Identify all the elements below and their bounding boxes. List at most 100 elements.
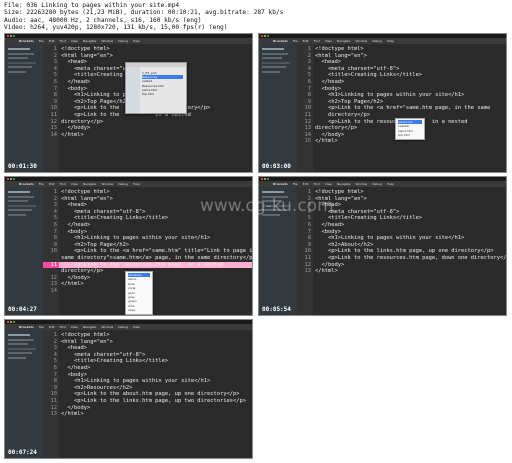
window-control-icon[interactable]: [7, 178, 9, 180]
code-line[interactable]: <p>Link to the resources.htm page, down …: [315, 255, 506, 262]
code-line[interactable]: <meta charset="utf-8">: [315, 66, 399, 73]
code-line[interactable]: <p>Link to the about.htm page, up one di…: [61, 391, 240, 398]
sidebar-file-item[interactable]: [262, 191, 284, 193]
window-control-icon[interactable]: [267, 178, 269, 180]
menu-item[interactable]: Help: [133, 181, 140, 187]
menu-item[interactable]: Find: [60, 38, 66, 44]
code-line[interactable]: <h1>Linking to pages within your site</h…: [315, 235, 464, 242]
code-line[interactable]: <title>Creating Links</title>: [315, 215, 422, 222]
window-control-icon[interactable]: [13, 321, 15, 323]
menu-item[interactable]: Help: [387, 38, 394, 44]
window-control-icon[interactable]: [7, 35, 9, 37]
code-editor[interactable]: 1 <!doctype html> 2 <html lang="en"> 3 <head…: [297, 46, 506, 172]
window-control-icon[interactable]: [10, 178, 12, 180]
code-line[interactable]: same directory">same.htm</a> page, in th…: [61, 255, 252, 262]
code-line[interactable]: <head>: [61, 202, 86, 209]
code-line[interactable]: <html lang="en">: [315, 53, 367, 60]
code-hint-popup[interactable]: aliceblue azure blue coral gold gray green lime…: [125, 271, 153, 315]
code-editor[interactable]: 1 <!doctype html> 2 <html lang="en"> 3 <head…: [43, 332, 252, 458]
code-line[interactable]: <h2>Top Page</h2>: [61, 242, 129, 249]
sidebar-file-item[interactable]: [8, 334, 30, 336]
code-line[interactable]: </body>: [61, 405, 90, 412]
code-line[interactable]: <body>: [61, 372, 86, 379]
menu-item[interactable]: Navigate: [337, 38, 350, 44]
code-line[interactable]: <p>Link to the links.htm page, up two di…: [61, 398, 246, 405]
sidebar-file-item[interactable]: [262, 66, 286, 68]
code-line[interactable]: <h1>Linking to pages within your site</h…: [61, 235, 210, 242]
menu-item[interactable]: Debug: [118, 38, 128, 44]
code-line[interactable]: <html lang="en">: [61, 196, 113, 203]
sidebar-file-item[interactable]: [8, 343, 28, 345]
menu-item[interactable]: Navigate: [83, 38, 96, 44]
window-control-icon[interactable]: [261, 35, 263, 37]
code-line[interactable]: directory</p>: [61, 119, 103, 126]
code-line[interactable]: <head>: [61, 59, 86, 66]
sidebar-file-item[interactable]: [8, 48, 30, 50]
code-line[interactable]: directory</p>: [315, 125, 357, 132]
menu-item[interactable]: Find: [314, 181, 320, 187]
code-line[interactable]: </html>: [315, 138, 338, 145]
menu-item[interactable]: Window: [101, 324, 113, 330]
window-control-icon[interactable]: [13, 35, 15, 37]
code-line[interactable]: <!doctype html>: [61, 46, 110, 53]
code-line[interactable]: <html lang="en">: [61, 53, 113, 60]
sidebar-file-item[interactable]: [262, 61, 290, 64]
code-line[interactable]: directory</p>: [315, 112, 370, 119]
code-line[interactable]: <html lang="en">: [61, 339, 113, 346]
window-control-icon[interactable]: [264, 178, 266, 180]
code-hint-popup[interactable]: resources nested/same.htm top.htm: [395, 118, 425, 140]
code-line[interactable]: <p>Link to the <a href="same.htm page, i…: [315, 105, 490, 112]
sidebar-file-item[interactable]: [8, 352, 32, 354]
code-line[interactable]: <title>Creating Links</title>: [61, 358, 168, 365]
window-control-icon[interactable]: [13, 178, 15, 180]
code-line[interactable]: <!doctype html>: [61, 189, 110, 196]
window-control-icon[interactable]: [261, 178, 263, 180]
menu-item[interactable]: Debug: [118, 181, 128, 187]
code-line[interactable]: <p>Link to the <a href="same.htm" title=…: [61, 248, 252, 255]
code-line[interactable]: <!doctype html>: [315, 189, 364, 196]
code-line[interactable]: <body>: [315, 229, 340, 236]
menu-item[interactable]: Window: [355, 181, 367, 187]
code-hint-item[interactable]: olive: [128, 313, 150, 314]
dialog-file-item[interactable]: Top.htm: [142, 92, 183, 96]
code-line[interactable]: <h2>Resources</h2>: [61, 385, 132, 392]
sidebar-file-item[interactable]: [8, 52, 34, 55]
menu-item[interactable]: Debug: [372, 38, 382, 44]
menu-item[interactable]: Window: [355, 38, 367, 44]
code-line[interactable]: <body>: [315, 86, 340, 93]
sidebar-file-item[interactable]: [262, 48, 284, 50]
sidebar-file-item[interactable]: [8, 66, 32, 68]
sidebar-file-item[interactable]: [8, 213, 26, 216]
menu-item[interactable]: Window: [101, 181, 113, 187]
menu-item[interactable]: View: [325, 181, 332, 187]
code-line[interactable]: directory</p>: [61, 268, 103, 275]
code-line[interactable]: <body>: [61, 86, 86, 93]
menu-item[interactable]: View: [71, 38, 78, 44]
window-control-icon[interactable]: [267, 35, 269, 37]
menu-item[interactable]: Help: [387, 181, 394, 187]
code-line[interactable]: <head>: [315, 59, 340, 66]
menu-item[interactable]: View: [71, 324, 78, 330]
sidebar-file-item[interactable]: [262, 57, 282, 59]
menu-item[interactable]: Window: [101, 38, 113, 44]
code-line[interactable]: <p>Link to the resources in a nested: [315, 119, 468, 126]
menu-item[interactable]: Debug: [372, 181, 382, 187]
code-line[interactable]: </head>: [61, 222, 90, 229]
sidebar-file-item[interactable]: [8, 347, 36, 350]
menu-item[interactable]: Debug: [118, 324, 128, 330]
code-line[interactable]: <h2>About</h2>: [315, 242, 373, 249]
sidebar-file-item[interactable]: [8, 191, 30, 193]
code-line[interactable]: <p>Link to the resources.htm page, in a …: [61, 262, 223, 269]
code-line[interactable]: <p>Link to the links.htm page, up one di…: [315, 248, 494, 255]
window-control-icon[interactable]: [7, 321, 9, 323]
menu-item[interactable]: Help: [133, 38, 140, 44]
sidebar-file-item[interactable]: [262, 52, 288, 55]
menu-item[interactable]: Navigate: [83, 181, 96, 187]
code-line[interactable]: <h1>Linking to pages within your site</h…: [61, 378, 210, 385]
window-control-icon[interactable]: [264, 35, 266, 37]
code-line[interactable]: <h2>Top Page</h2>: [315, 99, 383, 106]
code-line[interactable]: </head>: [61, 79, 90, 86]
code-line[interactable]: </body>: [61, 125, 90, 132]
code-line[interactable]: </head>: [61, 365, 90, 372]
sidebar-file-item[interactable]: [8, 356, 26, 359]
